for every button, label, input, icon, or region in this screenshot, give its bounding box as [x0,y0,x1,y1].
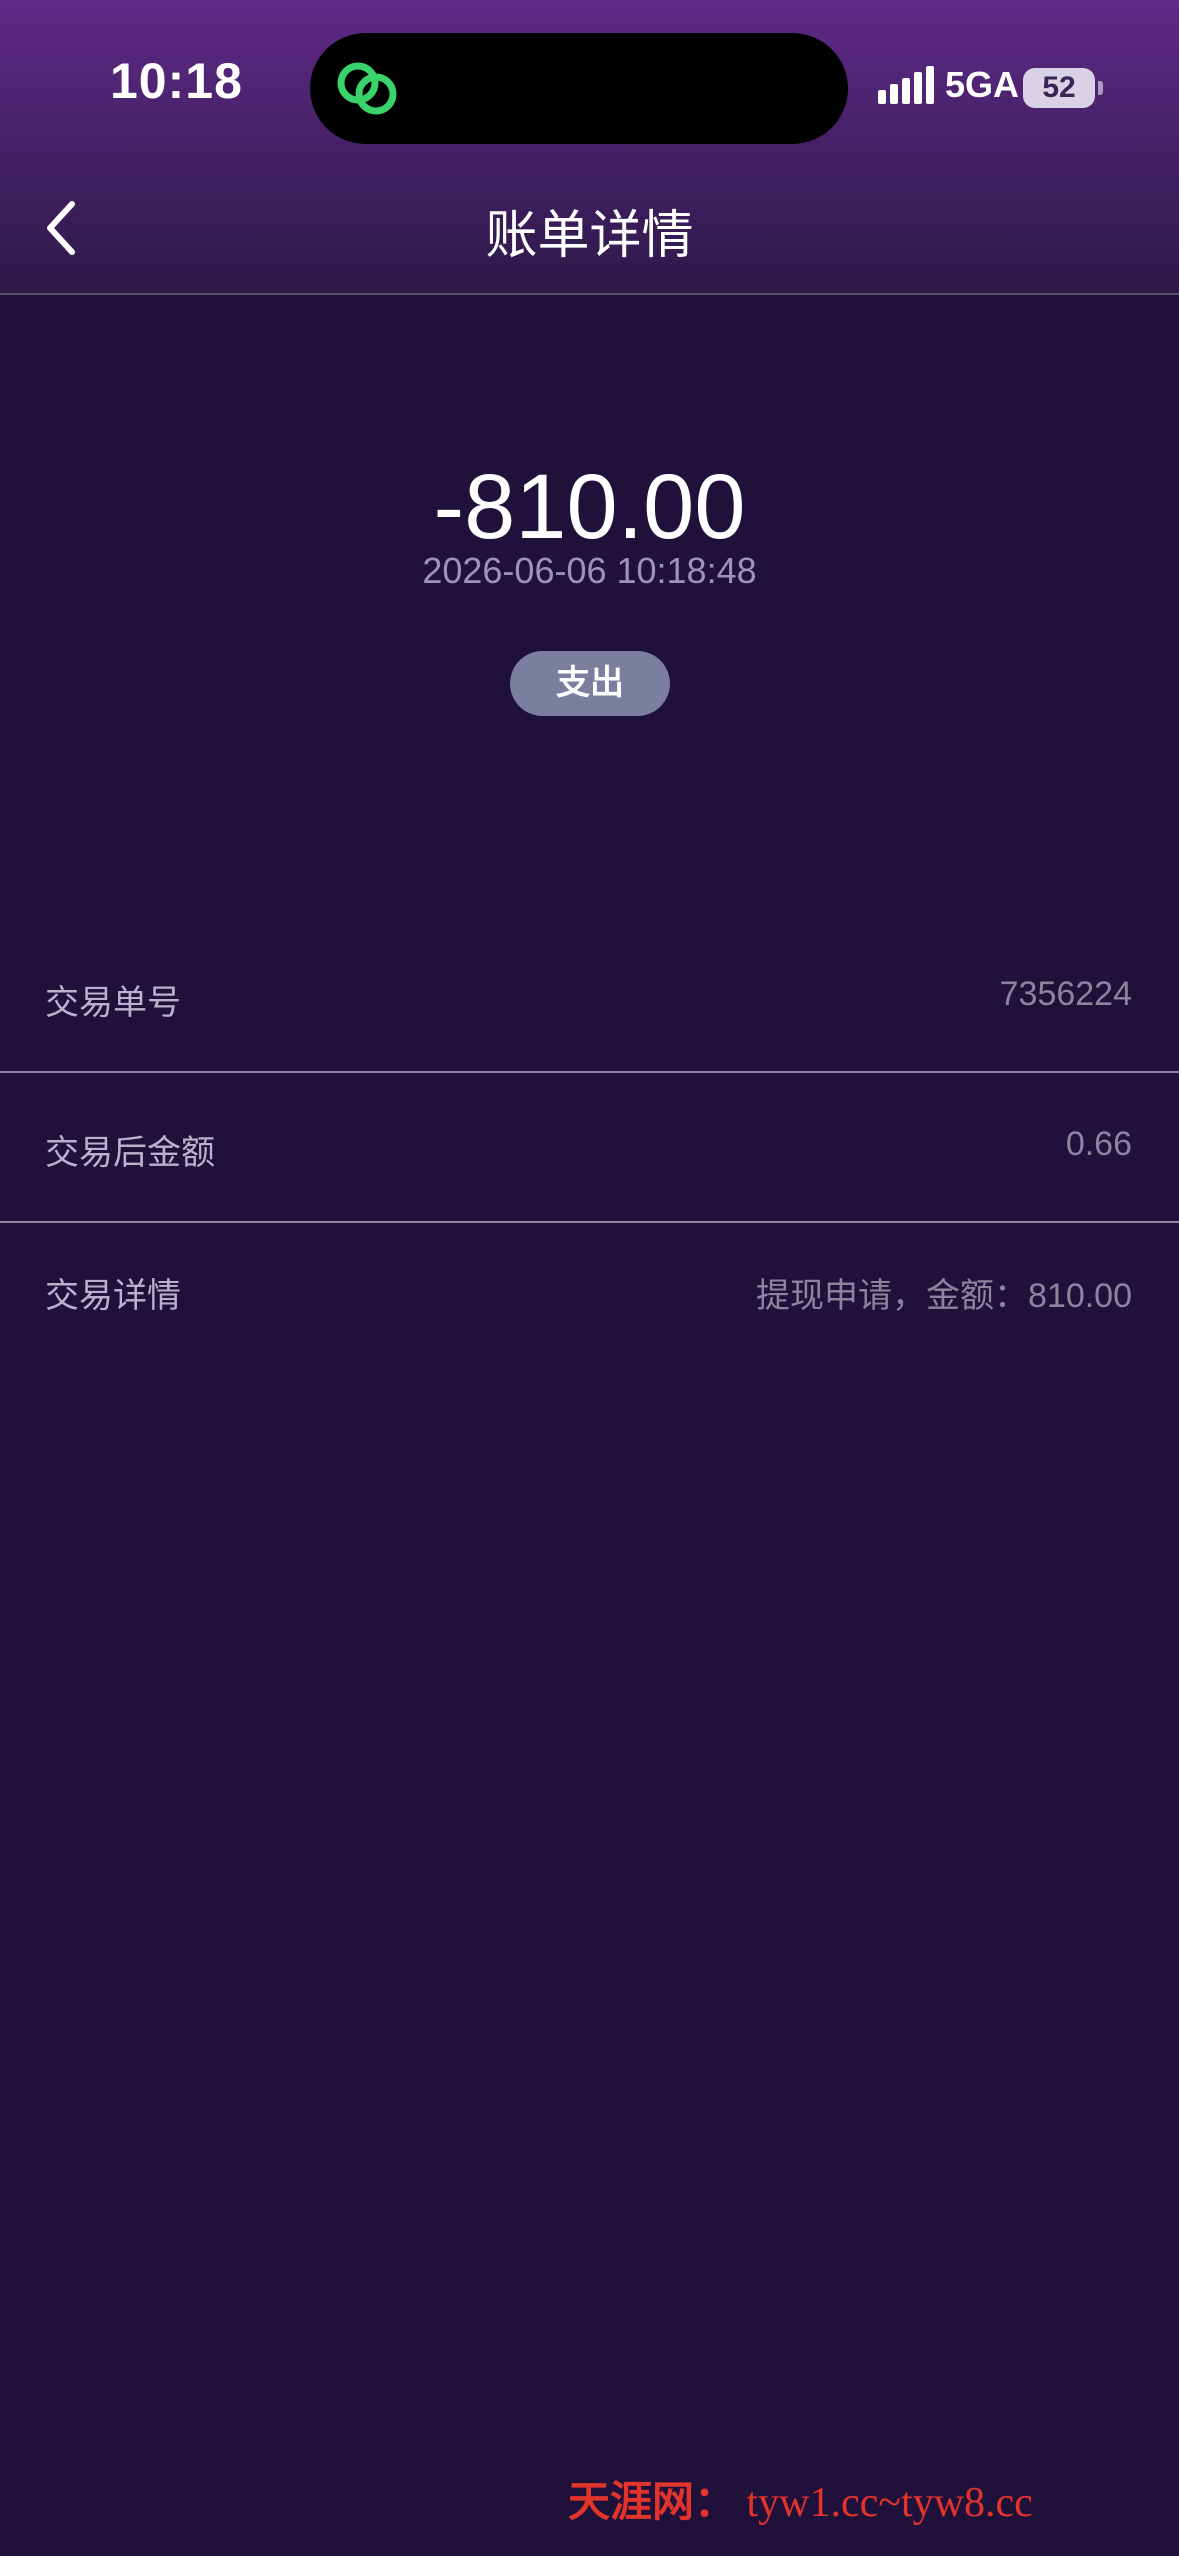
detail-row-order-id: 交易单号 7356224 [0,975,1179,1035]
detail-row-description: 交易详情 提现申请，金额：810.00 [0,1268,1179,1328]
signal-icon [878,66,934,104]
watermark: 天涯网： tyw1.cc~tyw8.cc [568,2468,1033,2529]
detail-label: 交易单号 [45,984,181,1022]
watermark-url: tyw1.cc~tyw8.cc [746,2480,1033,2526]
transaction-datetime: 2026-06-06 10:18:48 [422,550,757,591]
detail-value: 0.66 [1065,1125,1132,1163]
network-label: 5GA [945,64,1020,105]
detail-label: 交易详情 [45,1277,181,1315]
detail-label: 交易后金额 [45,1134,215,1172]
status-time: 10:18 [110,53,243,109]
battery-tip [1098,81,1103,95]
detail-value: 提现申请，金额：810.00 [756,1277,1132,1315]
header-bar: 10:18 5GA 52 账单详情 [0,0,1179,295]
divider [0,1071,1179,1073]
detail-row-balance-after: 交易后金额 0.66 [0,1125,1179,1185]
detail-value: 7356224 [999,975,1132,1013]
divider [0,1221,1179,1223]
page-title: 账单详情 [485,207,694,265]
app-link-icon [337,62,397,115]
amount-value: -810.00 [433,456,746,558]
type-badge: 支出 [510,651,670,716]
battery-icon: 52 [1023,68,1095,108]
watermark-text: 天涯网： [568,2480,737,2526]
dynamic-island [310,33,848,144]
